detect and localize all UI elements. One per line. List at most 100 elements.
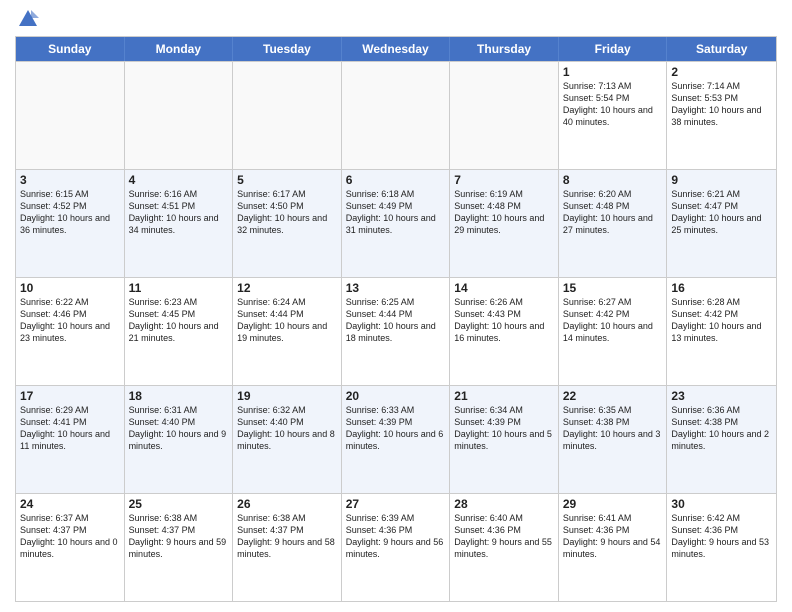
- day-info: Sunrise: 6:36 AM Sunset: 4:38 PM Dayligh…: [671, 404, 772, 453]
- day-number: 12: [237, 281, 337, 295]
- day-info: Sunrise: 6:19 AM Sunset: 4:48 PM Dayligh…: [454, 188, 554, 237]
- calendar-row: 24Sunrise: 6:37 AM Sunset: 4:37 PM Dayli…: [16, 493, 776, 601]
- day-number: 30: [671, 497, 772, 511]
- day-info: Sunrise: 6:38 AM Sunset: 4:37 PM Dayligh…: [129, 512, 229, 561]
- day-number: 24: [20, 497, 120, 511]
- day-number: 11: [129, 281, 229, 295]
- day-info: Sunrise: 6:25 AM Sunset: 4:44 PM Dayligh…: [346, 296, 446, 345]
- calendar-cell: 22Sunrise: 6:35 AM Sunset: 4:38 PM Dayli…: [559, 386, 668, 493]
- logo: [15, 10, 39, 30]
- calendar-cell: 8Sunrise: 6:20 AM Sunset: 4:48 PM Daylig…: [559, 170, 668, 277]
- calendar-cell: 26Sunrise: 6:38 AM Sunset: 4:37 PM Dayli…: [233, 494, 342, 601]
- day-number: 19: [237, 389, 337, 403]
- day-number: 18: [129, 389, 229, 403]
- page: SundayMondayTuesdayWednesdayThursdayFrid…: [0, 0, 792, 612]
- day-info: Sunrise: 6:37 AM Sunset: 4:37 PM Dayligh…: [20, 512, 120, 561]
- day-number: 22: [563, 389, 663, 403]
- day-number: 10: [20, 281, 120, 295]
- calendar-cell: [16, 62, 125, 169]
- day-number: 15: [563, 281, 663, 295]
- day-info: Sunrise: 6:38 AM Sunset: 4:37 PM Dayligh…: [237, 512, 337, 561]
- weekday-header: Thursday: [450, 37, 559, 61]
- day-number: 27: [346, 497, 446, 511]
- calendar-body: 1Sunrise: 7:13 AM Sunset: 5:54 PM Daylig…: [16, 61, 776, 601]
- day-info: Sunrise: 6:41 AM Sunset: 4:36 PM Dayligh…: [563, 512, 663, 561]
- day-number: 26: [237, 497, 337, 511]
- day-number: 1: [563, 65, 663, 79]
- calendar-cell: [450, 62, 559, 169]
- calendar-cell: 10Sunrise: 6:22 AM Sunset: 4:46 PM Dayli…: [16, 278, 125, 385]
- day-info: Sunrise: 6:28 AM Sunset: 4:42 PM Dayligh…: [671, 296, 772, 345]
- calendar-row: 3Sunrise: 6:15 AM Sunset: 4:52 PM Daylig…: [16, 169, 776, 277]
- day-number: 8: [563, 173, 663, 187]
- weekday-header: Wednesday: [342, 37, 451, 61]
- weekday-header: Monday: [125, 37, 234, 61]
- day-number: 13: [346, 281, 446, 295]
- day-info: Sunrise: 6:15 AM Sunset: 4:52 PM Dayligh…: [20, 188, 120, 237]
- day-info: Sunrise: 6:29 AM Sunset: 4:41 PM Dayligh…: [20, 404, 120, 453]
- day-info: Sunrise: 7:14 AM Sunset: 5:53 PM Dayligh…: [671, 80, 772, 129]
- day-number: 23: [671, 389, 772, 403]
- calendar-cell: [233, 62, 342, 169]
- day-info: Sunrise: 6:39 AM Sunset: 4:36 PM Dayligh…: [346, 512, 446, 561]
- day-number: 28: [454, 497, 554, 511]
- weekday-header: Tuesday: [233, 37, 342, 61]
- calendar-cell: 27Sunrise: 6:39 AM Sunset: 4:36 PM Dayli…: [342, 494, 451, 601]
- calendar-cell: 25Sunrise: 6:38 AM Sunset: 4:37 PM Dayli…: [125, 494, 234, 601]
- day-number: 20: [346, 389, 446, 403]
- day-info: Sunrise: 6:21 AM Sunset: 4:47 PM Dayligh…: [671, 188, 772, 237]
- calendar-cell: 29Sunrise: 6:41 AM Sunset: 4:36 PM Dayli…: [559, 494, 668, 601]
- day-number: 6: [346, 173, 446, 187]
- day-info: Sunrise: 6:16 AM Sunset: 4:51 PM Dayligh…: [129, 188, 229, 237]
- calendar-cell: 16Sunrise: 6:28 AM Sunset: 4:42 PM Dayli…: [667, 278, 776, 385]
- day-info: Sunrise: 6:32 AM Sunset: 4:40 PM Dayligh…: [237, 404, 337, 453]
- calendar-header: SundayMondayTuesdayWednesdayThursdayFrid…: [16, 37, 776, 61]
- day-info: Sunrise: 7:13 AM Sunset: 5:54 PM Dayligh…: [563, 80, 663, 129]
- weekday-header: Saturday: [667, 37, 776, 61]
- day-info: Sunrise: 6:42 AM Sunset: 4:36 PM Dayligh…: [671, 512, 772, 561]
- calendar: SundayMondayTuesdayWednesdayThursdayFrid…: [15, 36, 777, 602]
- calendar-cell: 18Sunrise: 6:31 AM Sunset: 4:40 PM Dayli…: [125, 386, 234, 493]
- day-info: Sunrise: 6:31 AM Sunset: 4:40 PM Dayligh…: [129, 404, 229, 453]
- day-info: Sunrise: 6:23 AM Sunset: 4:45 PM Dayligh…: [129, 296, 229, 345]
- day-info: Sunrise: 6:20 AM Sunset: 4:48 PM Dayligh…: [563, 188, 663, 237]
- calendar-cell: 5Sunrise: 6:17 AM Sunset: 4:50 PM Daylig…: [233, 170, 342, 277]
- calendar-cell: 20Sunrise: 6:33 AM Sunset: 4:39 PM Dayli…: [342, 386, 451, 493]
- day-info: Sunrise: 6:34 AM Sunset: 4:39 PM Dayligh…: [454, 404, 554, 453]
- day-info: Sunrise: 6:27 AM Sunset: 4:42 PM Dayligh…: [563, 296, 663, 345]
- calendar-cell: [342, 62, 451, 169]
- day-number: 21: [454, 389, 554, 403]
- calendar-cell: 3Sunrise: 6:15 AM Sunset: 4:52 PM Daylig…: [16, 170, 125, 277]
- calendar-row: 1Sunrise: 7:13 AM Sunset: 5:54 PM Daylig…: [16, 61, 776, 169]
- day-number: 3: [20, 173, 120, 187]
- calendar-row: 17Sunrise: 6:29 AM Sunset: 4:41 PM Dayli…: [16, 385, 776, 493]
- calendar-cell: 12Sunrise: 6:24 AM Sunset: 4:44 PM Dayli…: [233, 278, 342, 385]
- logo-icon: [17, 8, 39, 30]
- calendar-row: 10Sunrise: 6:22 AM Sunset: 4:46 PM Dayli…: [16, 277, 776, 385]
- calendar-cell: 4Sunrise: 6:16 AM Sunset: 4:51 PM Daylig…: [125, 170, 234, 277]
- calendar-cell: 19Sunrise: 6:32 AM Sunset: 4:40 PM Dayli…: [233, 386, 342, 493]
- calendar-cell: 1Sunrise: 7:13 AM Sunset: 5:54 PM Daylig…: [559, 62, 668, 169]
- calendar-cell: 21Sunrise: 6:34 AM Sunset: 4:39 PM Dayli…: [450, 386, 559, 493]
- day-info: Sunrise: 6:18 AM Sunset: 4:49 PM Dayligh…: [346, 188, 446, 237]
- day-number: 14: [454, 281, 554, 295]
- weekday-header: Sunday: [16, 37, 125, 61]
- day-number: 17: [20, 389, 120, 403]
- day-info: Sunrise: 6:33 AM Sunset: 4:39 PM Dayligh…: [346, 404, 446, 453]
- calendar-cell: 7Sunrise: 6:19 AM Sunset: 4:48 PM Daylig…: [450, 170, 559, 277]
- day-number: 7: [454, 173, 554, 187]
- day-number: 29: [563, 497, 663, 511]
- day-info: Sunrise: 6:24 AM Sunset: 4:44 PM Dayligh…: [237, 296, 337, 345]
- day-info: Sunrise: 6:40 AM Sunset: 4:36 PM Dayligh…: [454, 512, 554, 561]
- calendar-cell: 28Sunrise: 6:40 AM Sunset: 4:36 PM Dayli…: [450, 494, 559, 601]
- calendar-cell: 24Sunrise: 6:37 AM Sunset: 4:37 PM Dayli…: [16, 494, 125, 601]
- calendar-cell: 30Sunrise: 6:42 AM Sunset: 4:36 PM Dayli…: [667, 494, 776, 601]
- calendar-cell: 15Sunrise: 6:27 AM Sunset: 4:42 PM Dayli…: [559, 278, 668, 385]
- calendar-cell: 11Sunrise: 6:23 AM Sunset: 4:45 PM Dayli…: [125, 278, 234, 385]
- calendar-cell: 6Sunrise: 6:18 AM Sunset: 4:49 PM Daylig…: [342, 170, 451, 277]
- calendar-cell: 17Sunrise: 6:29 AM Sunset: 4:41 PM Dayli…: [16, 386, 125, 493]
- day-number: 25: [129, 497, 229, 511]
- day-number: 5: [237, 173, 337, 187]
- day-info: Sunrise: 6:26 AM Sunset: 4:43 PM Dayligh…: [454, 296, 554, 345]
- day-info: Sunrise: 6:35 AM Sunset: 4:38 PM Dayligh…: [563, 404, 663, 453]
